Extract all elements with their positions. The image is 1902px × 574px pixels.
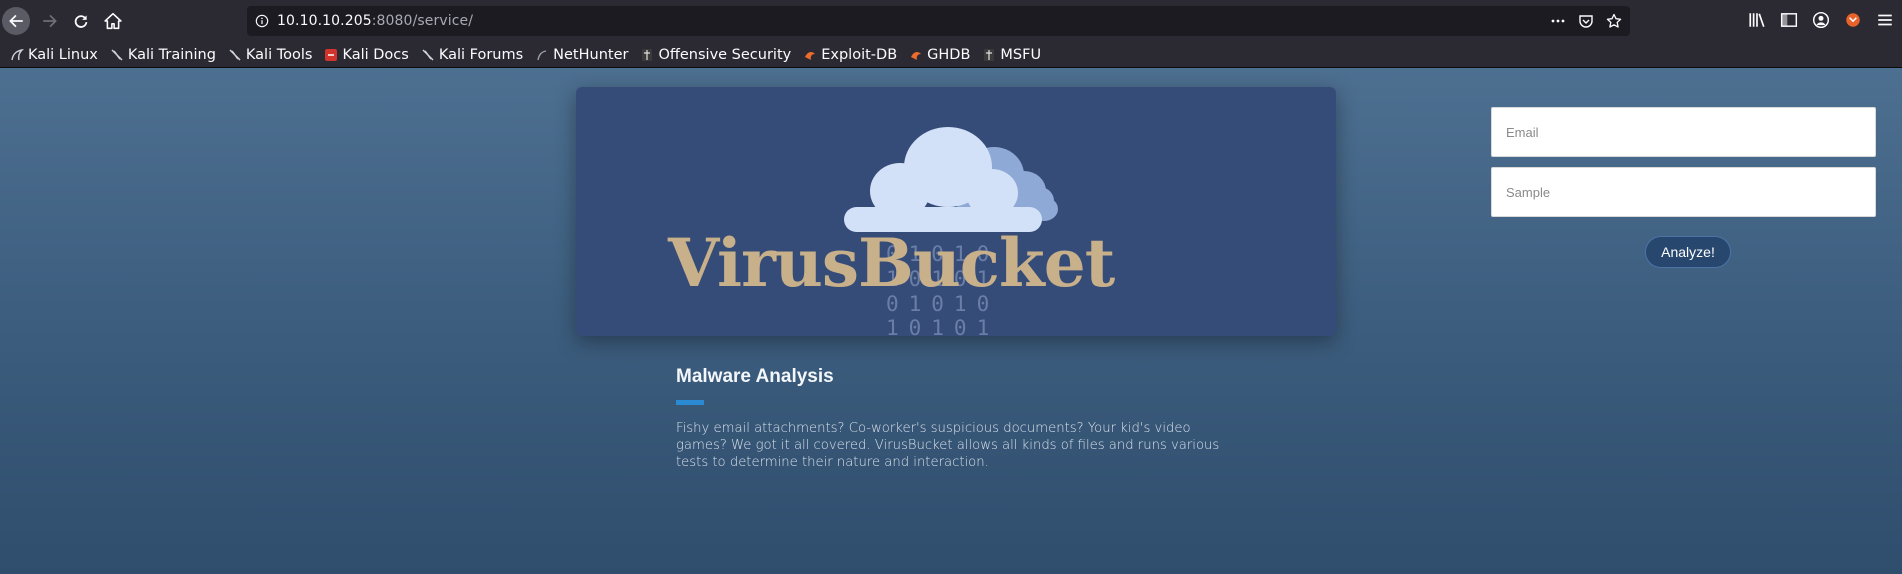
url-path: :8080/service/: [371, 13, 474, 29]
sample-field[interactable]: [1491, 167, 1876, 217]
library-icon[interactable]: [1748, 11, 1766, 29]
bookmark-kali-forums[interactable]: Kali Forums: [421, 47, 523, 63]
bookmark-kali-linux[interactable]: Kali Linux: [10, 47, 98, 63]
msfu-icon: [982, 48, 996, 62]
bookmark-label: NetHunter: [553, 46, 629, 63]
title-underline: [676, 400, 704, 405]
url-text[interactable]: 10.10.10.205:8080/service/: [277, 13, 473, 29]
info-icon: [255, 14, 269, 28]
arrow-right-icon: [43, 14, 57, 28]
bookmark-label: Kali Forums: [438, 46, 524, 63]
email-field[interactable]: [1491, 107, 1876, 157]
analyze-button[interactable]: Analyze!: [1645, 236, 1731, 268]
kali-docs-icon: [324, 48, 338, 62]
section-title: Malware Analysis: [676, 366, 834, 387]
sidebar-icon[interactable]: [1780, 11, 1798, 29]
bookmark-offensive-security[interactable]: Offensive Security: [640, 47, 791, 63]
bookmark-star-icon[interactable]: [1606, 13, 1622, 29]
bookmark-label: Kali Linux: [28, 46, 98, 63]
bookmark-label: MSFU: [1000, 46, 1042, 63]
pocket-icon[interactable]: [1578, 13, 1594, 29]
home-button[interactable]: [99, 7, 127, 35]
bookmark-nethunter[interactable]: NetHunter: [535, 47, 628, 63]
malware-analysis-section: Malware Analysis Fishy email attachments…: [676, 366, 1236, 471]
analysis-form: Analyze!: [1491, 107, 1876, 268]
url-host: 10.10.10.205: [277, 13, 372, 29]
home-icon: [104, 12, 122, 30]
bookmark-label: GHDB: [927, 46, 971, 63]
bookmarks-toolbar: Kali Linux Kali Training Kali Tools Kali…: [0, 42, 1902, 68]
hero-banner: 01010 10101 01010 10101 VirusBucket: [576, 87, 1336, 336]
bookmark-exploit-db[interactable]: Exploit-DB: [803, 47, 897, 63]
url-actions: [1550, 6, 1622, 36]
bookmark-label: Kali Training: [127, 46, 216, 63]
kali-dragon-icon: [228, 48, 242, 62]
site-info-button[interactable]: [247, 6, 277, 36]
forward-button[interactable]: [36, 7, 64, 35]
exploitdb-icon: [803, 48, 817, 62]
kali-dragon-icon: [110, 48, 124, 62]
ghdb-icon: [909, 48, 923, 62]
bookmark-label: Offensive Security: [658, 46, 792, 63]
offsec-icon: [640, 48, 654, 62]
section-description: Fishy email attachments? Co-worker's sus…: [676, 421, 1220, 470]
binary-row: 10101: [886, 316, 1000, 337]
bookmark-label: Kali Docs: [342, 46, 409, 63]
account-icon[interactable]: [1812, 11, 1830, 29]
kali-dragon-icon: [10, 48, 24, 62]
bookmark-ghdb[interactable]: GHDB: [909, 47, 970, 63]
bookmark-kali-tools[interactable]: Kali Tools: [228, 46, 313, 63]
bookmark-kali-training[interactable]: Kali Training: [110, 47, 216, 63]
menu-icon[interactable]: [1876, 11, 1894, 29]
url-bar[interactable]: 10.10.10.205:8080/service/: [247, 6, 1630, 36]
bookmark-label: Kali Tools: [245, 46, 313, 63]
bookmark-kali-docs[interactable]: Kali Docs: [324, 46, 409, 63]
toolbar-right-icons: [1748, 11, 1894, 29]
nethunter-icon: [535, 48, 549, 62]
back-button[interactable]: [2, 7, 30, 35]
brand-logo-text: VirusBucket: [668, 224, 1115, 302]
arrow-left-icon: [9, 14, 23, 28]
kali-dragon-icon: [421, 48, 435, 62]
extension-icon[interactable]: [1844, 11, 1862, 29]
reload-button[interactable]: [67, 7, 95, 35]
bookmark-msfu[interactable]: MSFU: [982, 47, 1041, 63]
more-actions-icon[interactable]: [1550, 13, 1566, 29]
browser-toolbar: 10.10.10.205:8080/service/: [0, 0, 1902, 42]
page-content: 01010 10101 01010 10101 VirusBucket Malw…: [0, 68, 1902, 574]
reload-icon: [74, 15, 88, 28]
bookmark-label: Exploit-DB: [821, 46, 898, 63]
